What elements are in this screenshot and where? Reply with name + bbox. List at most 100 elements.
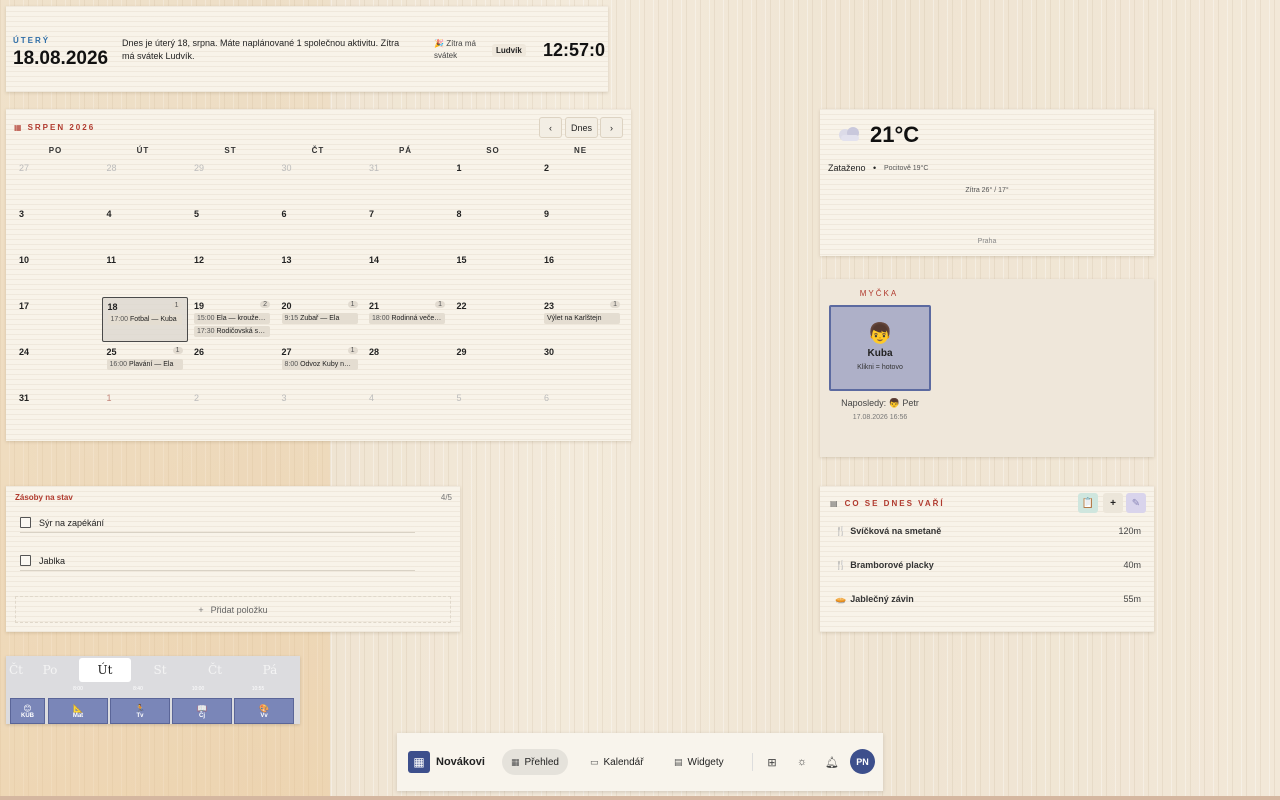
calendar-day[interactable]: 12 <box>189 251 275 296</box>
day-number: 8 <box>456 209 462 219</box>
settings-sun-icon[interactable]: ☼ <box>793 753 811 771</box>
calendar-day[interactable]: 18 1 17:00 Fotbal — Kuba <box>101 297 188 342</box>
calendar-day[interactable]: 17 <box>14 297 100 342</box>
schedule-day-tab[interactable]: Pá <box>244 658 296 682</box>
add-meal-button[interactable]: + <box>1103 493 1123 513</box>
schedule-day-tab[interactable]: Čt <box>6 658 26 682</box>
checkbox[interactable] <box>20 555 31 566</box>
meal-row[interactable]: 🍴 Svíčková na smetaně 120m <box>835 526 1141 537</box>
calendar-day[interactable]: 23 1 Výlet na Karlštejn <box>539 297 625 342</box>
dishwasher-duty-card[interactable]: 👦 Kuba Klikni = hotovo <box>829 305 931 391</box>
calendar-day[interactable]: 4 <box>364 389 450 434</box>
calendar-day[interactable]: 1 <box>102 389 188 434</box>
calendar-event[interactable]: 17:30 Rodičovská sc... <box>194 326 270 337</box>
calendar-day[interactable]: 8 <box>452 205 538 250</box>
meal-time: 55m <box>1123 594 1141 604</box>
meal-name: 🍴 Bramborové placky <box>835 560 934 571</box>
calendar-day[interactable]: 13 <box>277 251 363 296</box>
recipe-icon[interactable]: 📋 <box>1078 493 1098 513</box>
calendar-day[interactable]: 9 <box>539 205 625 250</box>
event-time: 8:00 <box>284 361 299 368</box>
lesson-tile[interactable]: 📐 Mat <box>48 698 108 724</box>
calendar-day[interactable]: 6 <box>277 205 363 250</box>
calendar-day[interactable]: 3 <box>14 205 100 250</box>
calendar-day[interactable]: 29 <box>452 343 538 388</box>
calendar-day[interactable]: 14 <box>364 251 450 296</box>
lesson-tile[interactable]: 🎨 Vv <box>234 698 294 724</box>
event-time: 17:00 <box>110 316 129 323</box>
calendar-day[interactable]: 4 <box>102 205 188 250</box>
layout-icon[interactable]: ⊞ <box>763 753 781 771</box>
calendar-day[interactable]: 26 <box>189 343 275 388</box>
user-avatar[interactable]: PN <box>850 749 875 774</box>
calendar-day[interactable]: 3 <box>277 389 363 434</box>
calendar-day[interactable]: 28 <box>364 343 450 388</box>
calendar-day[interactable]: 31 <box>14 389 100 434</box>
lesson-tile[interactable]: 😊 KUB <box>10 698 45 724</box>
next-month-button[interactable]: › <box>600 117 623 138</box>
lesson-icon: 🏃 <box>135 703 145 713</box>
meal-row[interactable]: 🍴 Bramborové placky 40m <box>835 560 1141 571</box>
day-number: 10 <box>19 255 30 265</box>
supply-item[interactable]: Jablka <box>20 551 415 571</box>
calendar-day[interactable]: 31 <box>364 159 450 204</box>
calendar-day[interactable]: 30 <box>277 159 363 204</box>
calendar-day[interactable]: 25 1 16:00 Plavání — Ela <box>102 343 188 388</box>
calendar-event[interactable]: 9:15 Zubař — Ela <box>281 313 358 324</box>
calendar-day[interactable]: 19 2 15:00 Ela — kroužek... 17:30 Rodičovsk… <box>189 297 275 342</box>
calendar-day[interactable]: 30 <box>539 343 625 388</box>
calendar-day[interactable]: 16 <box>539 251 625 296</box>
weekday-header: PÁ <box>398 146 413 155</box>
day-number: 5 <box>194 209 200 219</box>
calendar-day[interactable]: 27 <box>14 159 100 204</box>
calendar-day[interactable]: 28 <box>102 159 188 204</box>
calendar-event[interactable]: 8:00 Odvoz Kuby na ... <box>281 359 358 370</box>
calendar-event[interactable]: 18:00 Rodinná večeř... <box>369 313 445 324</box>
schedule-day-tab[interactable]: Po <box>24 658 76 682</box>
calendar-month: SRPEN 2026 <box>27 123 96 132</box>
calendar-day[interactable]: 7 <box>364 205 450 250</box>
schedule-day-tab[interactable]: Út <box>79 658 131 682</box>
family-name[interactable]: Novákovi <box>436 756 485 768</box>
calendar-day[interactable]: 10 <box>14 251 100 296</box>
tab-overview[interactable]: ▦ Přehled <box>502 749 568 775</box>
event-time: 16:00 <box>109 361 128 368</box>
school-schedule-widget: Čt Po Út St Čt Pá 8:00 8:40 10:00 10:55 😊 KUB 📐 Mat 🏃 T… <box>6 656 300 724</box>
today-button[interactable]: Dnes <box>565 117 598 138</box>
calendar-day[interactable]: 29 <box>189 159 275 204</box>
calendar-day[interactable]: 2 <box>189 389 275 434</box>
calendar-day[interactable]: 6 <box>539 389 625 434</box>
bell-icon[interactable]: 🔔︎ <box>823 753 841 771</box>
meal-row[interactable]: 🥧 Jablečný závin 55m <box>835 594 1141 605</box>
calendar-event[interactable]: Výlet na Karlštejn <box>544 313 620 324</box>
tab-widgets[interactable]: ▤ Widgety <box>665 749 733 775</box>
calendar-event[interactable]: 17:00 Fotbal — Kuba <box>107 314 182 325</box>
calendar-day[interactable]: 5 <box>189 205 275 250</box>
lesson-tile[interactable]: 🏃 Tv <box>110 698 170 724</box>
calendar-day[interactable]: 1 <box>452 159 538 204</box>
tab-calendar[interactable]: ▭ Kalendář <box>581 749 653 775</box>
day-number: 3 <box>19 209 25 219</box>
calendar-day[interactable]: 2 <box>539 159 625 204</box>
checkbox[interactable] <box>20 517 31 528</box>
calendar-day[interactable]: 21 1 18:00 Rodinná večeř... <box>364 297 450 342</box>
supply-item[interactable]: Sýr na zapékání <box>20 513 415 533</box>
app-logo-icon[interactable]: ▦ <box>408 751 430 773</box>
edit-icon[interactable]: ✎ <box>1126 493 1146 513</box>
calendar-day[interactable]: 11 <box>102 251 188 296</box>
calendar-day[interactable]: 5 <box>452 389 538 434</box>
calendar-day[interactable]: 24 <box>14 343 100 388</box>
calendar-day[interactable]: 22 <box>452 297 538 342</box>
calendar-event[interactable]: 15:00 Ela — kroužek... <box>194 313 270 324</box>
schedule-day-tab[interactable]: Čt <box>189 658 241 682</box>
add-item-button[interactable]: + Přidat položku <box>15 596 451 623</box>
day-number: 30 <box>544 347 555 357</box>
prev-month-button[interactable]: ‹ <box>539 117 562 138</box>
lesson-tile[interactable]: 📖 Čj <box>172 698 232 724</box>
lesson-icon: 📖 <box>197 703 207 713</box>
calendar-day[interactable]: 20 1 9:15 Zubař — Ela <box>277 297 363 342</box>
calendar-event[interactable]: 16:00 Plavání — Ela <box>106 359 183 370</box>
schedule-day-tab[interactable]: St <box>134 658 186 682</box>
calendar-day[interactable]: 15 <box>452 251 538 296</box>
calendar-day[interactable]: 27 1 8:00 Odvoz Kuby na ... <box>277 343 363 388</box>
